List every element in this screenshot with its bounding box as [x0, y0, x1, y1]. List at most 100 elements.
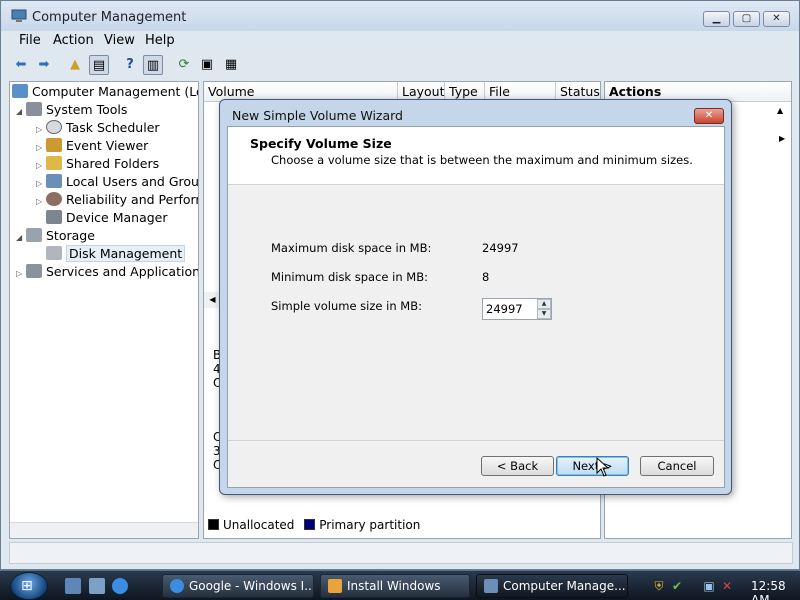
- max-space-label: Maximum disk space in MB:: [271, 241, 432, 255]
- volume-muted-icon[interactable]: ✕: [720, 579, 734, 593]
- new-simple-volume-wizard: New Simple Volume Wizard ✕ Specify Volum…: [219, 99, 732, 495]
- minimize-button[interactable]: ▁: [703, 11, 730, 27]
- mouse-cursor-icon: [596, 457, 610, 477]
- min-space-value: 8: [482, 270, 490, 284]
- tree-label: Computer Management (Local: [32, 84, 198, 99]
- tree-item-shared-folders[interactable]: ▷ Shared Folders: [36, 155, 159, 173]
- unallocated-swatch: [208, 519, 219, 530]
- expand-arrow-icon[interactable]: ▷: [36, 193, 46, 211]
- network-icon[interactable]: ▣: [702, 579, 716, 593]
- cancel-button[interactable]: Cancel: [640, 456, 714, 476]
- menu-view[interactable]: View: [104, 33, 135, 48]
- tree-horizontal-scrollbar[interactable]: [10, 522, 198, 538]
- tree-item-reliability[interactable]: ▷ Reliability and Performa: [36, 191, 198, 211]
- back-arrow-icon[interactable]: ⬅: [11, 55, 31, 75]
- tree-label: Task Scheduler: [66, 120, 160, 135]
- tree-label: Services and Applications: [46, 264, 199, 279]
- start-button[interactable]: ⊞: [10, 572, 48, 600]
- volume-size-input[interactable]: [483, 299, 537, 319]
- close-button[interactable]: ✕: [763, 11, 790, 27]
- internet-explorer-icon[interactable]: [112, 578, 128, 594]
- tree-item-root[interactable]: Computer Management (Local: [12, 83, 198, 101]
- collapse-up-arrow-icon[interactable]: ▲: [777, 106, 783, 115]
- checkmark-icon[interactable]: ✔: [670, 579, 684, 593]
- dialog-title: New Simple Volume Wizard: [232, 108, 403, 123]
- tools-icon: [26, 102, 42, 116]
- system-tray: ⛨ ✔ ▣ ✕ 12:58 AM: [646, 571, 800, 600]
- more-actions-arrow-icon[interactable]: ▶: [779, 134, 785, 143]
- tree-label: Event Viewer: [66, 138, 149, 153]
- task-install-windows[interactable]: Install Windows: [320, 574, 470, 598]
- primary-swatch: [304, 519, 316, 530]
- tree-item-device-manager[interactable]: Device Manager: [46, 209, 168, 227]
- wizard-heading: Specify Volume Size: [250, 136, 392, 151]
- show-desktop-icon[interactable]: [65, 578, 81, 594]
- shared-folder-icon: [46, 156, 62, 170]
- legend-unallocated: Unallocated: [223, 518, 295, 532]
- clock[interactable]: 12:58 AM: [751, 579, 800, 600]
- menu-action[interactable]: Action: [53, 33, 94, 48]
- volume-size-label: Simple volume size in MB:: [271, 299, 422, 313]
- clock-icon: [46, 120, 62, 134]
- partition-legend: Unallocated Primary partition: [208, 518, 420, 532]
- task-label: Install Windows: [347, 579, 441, 593]
- show-hide-tree-icon[interactable]: ▤: [89, 55, 109, 75]
- menu-file[interactable]: File: [19, 33, 41, 48]
- security-shield-icon[interactable]: ⛨: [652, 579, 666, 593]
- back-button[interactable]: < Back: [481, 456, 554, 476]
- internet-explorer-icon: [170, 579, 184, 593]
- windows-install-icon: [328, 579, 342, 593]
- task-google[interactable]: Google - Windows I...: [162, 574, 314, 598]
- menu-help[interactable]: Help: [145, 33, 175, 48]
- task-computer-management[interactable]: Computer Manage...: [476, 574, 628, 598]
- tree-label-selected: Disk Management: [66, 245, 186, 262]
- tree-label: Reliability and Performa: [66, 192, 198, 207]
- properties-icon[interactable]: ▣: [197, 55, 217, 75]
- tree-label: Shared Folders: [66, 156, 160, 171]
- tree-item-services[interactable]: ▷ Services and Applications: [16, 263, 199, 283]
- status-bar: [9, 542, 793, 564]
- maximize-button[interactable]: ▢: [733, 11, 760, 27]
- computer-icon: [12, 84, 28, 98]
- collapse-arrow-icon[interactable]: ◢: [16, 229, 26, 247]
- next-button[interactable]: Next >: [556, 456, 629, 476]
- tree-label: Device Manager: [66, 210, 168, 225]
- tree-item-system-tools[interactable]: ◢ System Tools: [16, 101, 127, 119]
- wizard-header: Specify Volume Size Choose a volume size…: [228, 127, 724, 185]
- tree-item-disk-management[interactable]: Disk Management: [46, 245, 186, 263]
- help-icon[interactable]: ?: [120, 55, 140, 75]
- title-bar: Computer Management ▁ ▢ ✕: [1, 1, 799, 31]
- dialog-close-button[interactable]: ✕: [694, 108, 724, 124]
- min-space-label: Minimum disk space in MB:: [271, 270, 428, 284]
- event-viewer-icon: [46, 138, 62, 152]
- menu-bar: File Action View Help: [1, 31, 799, 51]
- computer-management-icon: [484, 579, 498, 593]
- button-separator: [228, 440, 724, 441]
- spin-up-icon[interactable]: ▲: [537, 299, 551, 309]
- task-label: Google - Windows I...: [189, 579, 314, 593]
- refresh-icon[interactable]: ⟳: [174, 55, 194, 75]
- device-manager-icon: [46, 210, 62, 224]
- collapse-arrow-icon[interactable]: ◢: [16, 103, 26, 121]
- taskbar: ⊞ Google - Windows I... Install Windows …: [0, 570, 800, 600]
- dialog-body: Specify Volume Size Choose a volume size…: [227, 126, 725, 488]
- expand-arrow-icon[interactable]: ▷: [16, 265, 26, 283]
- legend-primary: Primary partition: [319, 518, 421, 532]
- up-folder-icon[interactable]: ▲: [65, 55, 85, 75]
- forward-arrow-icon[interactable]: ➡: [34, 55, 54, 75]
- switch-windows-icon[interactable]: [89, 578, 105, 594]
- console-tree: Computer Management (Local ◢ System Tools…: [9, 81, 199, 539]
- export-list-icon[interactable]: ▦: [221, 55, 241, 75]
- tree-item-storage[interactable]: ◢ Storage: [16, 227, 95, 245]
- max-space-value: 24997: [482, 241, 519, 255]
- tree-item-event-viewer[interactable]: ▷ Event Viewer: [36, 137, 148, 155]
- tree-label: Local Users and Groups: [66, 174, 199, 189]
- disk-icon: [46, 246, 62, 260]
- spin-down-icon[interactable]: ▼: [537, 309, 551, 319]
- show-hide-action-pane-icon[interactable]: ▥: [143, 55, 163, 75]
- tree-label: System Tools: [46, 102, 128, 117]
- services-icon: [26, 264, 42, 278]
- tree-item-task-scheduler[interactable]: ▷ Task Scheduler: [36, 119, 160, 137]
- tree-item-local-users[interactable]: ▷ Local Users and Groups: [36, 173, 199, 191]
- performance-icon: [46, 192, 62, 206]
